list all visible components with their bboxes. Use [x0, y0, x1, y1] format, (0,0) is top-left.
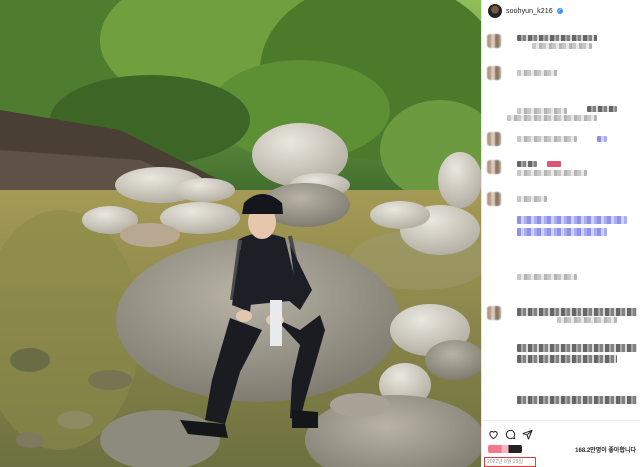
liker-avatars	[488, 445, 522, 453]
censored-text	[507, 115, 597, 121]
profile-avatar[interactable]	[488, 4, 502, 18]
list-item	[487, 214, 637, 244]
censored-text	[517, 216, 627, 224]
likes-row: 168.2만명이 좋아합니다	[488, 445, 638, 455]
comment-list	[482, 24, 640, 419]
username[interactable]: soohyun_k216	[506, 8, 553, 15]
likes-count[interactable]: 168.2만명이 좋아합니다	[575, 445, 636, 454]
post-sidebar: soohyun_k216 ✓ 168.2만명이 좋아합니다 2022년 8월 2…	[481, 0, 640, 467]
avatar	[487, 192, 501, 206]
censored-text	[517, 161, 537, 167]
list-item	[487, 270, 637, 284]
action-bar	[488, 427, 533, 440]
avatar	[487, 160, 501, 174]
censored-text	[517, 70, 557, 76]
censored-text	[517, 196, 547, 202]
avatar	[487, 132, 501, 146]
comment-icon[interactable]	[505, 427, 516, 440]
list-item	[487, 394, 637, 408]
censored-text	[517, 308, 637, 316]
share-icon[interactable]	[522, 427, 533, 440]
post-photo[interactable]	[0, 0, 481, 467]
list-item	[487, 132, 637, 146]
censored-text	[597, 136, 607, 142]
list-item	[487, 342, 637, 366]
censored-text	[557, 317, 617, 323]
avatar	[487, 34, 501, 48]
censored-text	[517, 274, 577, 280]
list-item	[487, 34, 637, 49]
censored-text	[532, 43, 592, 49]
censored-text	[587, 106, 617, 112]
list-item	[487, 192, 637, 206]
post-footer: 168.2만명이 좋아합니다 2022년 8월 29일	[482, 420, 640, 467]
post-header: soohyun_k216 ✓	[482, 0, 640, 22]
post-image	[0, 0, 481, 467]
heart-icon[interactable]	[488, 427, 499, 440]
censored-text	[517, 170, 587, 176]
list-item	[487, 306, 637, 323]
list-item	[487, 66, 637, 80]
list-item	[487, 160, 637, 176]
censored-text	[517, 35, 597, 41]
avatar	[487, 306, 501, 320]
list-item	[487, 106, 637, 121]
post-date: 2022년 8월 29일	[484, 457, 536, 467]
censored-text	[517, 355, 617, 363]
verified-badge-icon: ✓	[556, 8, 563, 14]
avatar	[487, 66, 501, 80]
censored-text	[517, 136, 577, 142]
censored-text	[517, 228, 607, 236]
censored-text	[517, 396, 637, 404]
censored-text	[517, 108, 567, 114]
censored-text	[547, 161, 561, 167]
censored-text	[517, 344, 637, 352]
